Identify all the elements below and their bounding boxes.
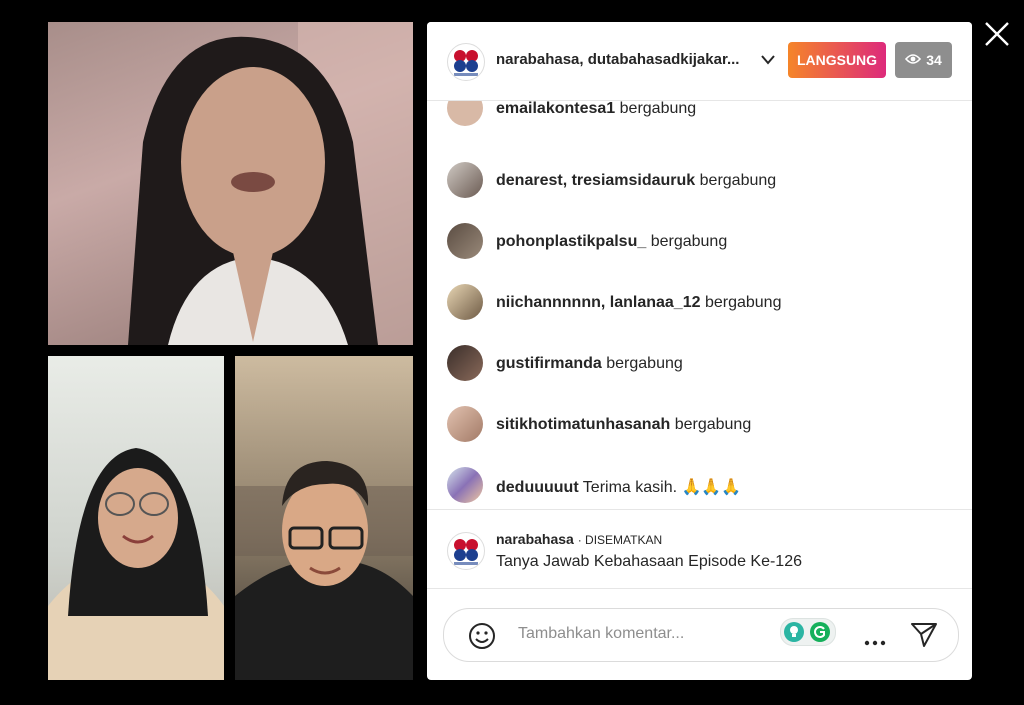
- eye-icon: [905, 52, 922, 68]
- emoji-icon[interactable]: [468, 622, 496, 655]
- comment-user[interactable]: emailakontesa1: [496, 100, 615, 117]
- comment-user[interactable]: sitikhotimatunhasanah: [496, 416, 670, 433]
- viewer-count: 34: [926, 52, 942, 68]
- list-item: emailakontesa1 bergabung: [427, 100, 972, 130]
- narabahasa-logo-icon: [454, 50, 478, 76]
- pinned-user[interactable]: narabahasa: [496, 531, 574, 547]
- user-avatar[interactable]: [447, 223, 483, 259]
- comment-text: bergabung: [699, 172, 777, 189]
- comment-text: bergabung: [619, 100, 697, 117]
- comment-text: bergabung: [674, 416, 752, 433]
- extension-pill[interactable]: [780, 618, 836, 646]
- host-avatar[interactable]: [447, 43, 485, 81]
- list-item: denarest, tresiamsidauruk bergabung: [427, 162, 972, 202]
- live-header: narabahasa, dutabahasadkijakar... LANGSU…: [427, 22, 972, 101]
- comment-text: Terima kasih. 🙏🙏🙏: [582, 479, 742, 496]
- comment-user[interactable]: gustifirmanda: [496, 355, 602, 372]
- live-chat-panel: narabahasa, dutabahasadkijakar... LANGSU…: [427, 22, 972, 680]
- video-main-host: [48, 22, 413, 345]
- guest-right-figure: [235, 461, 413, 680]
- list-item: pohonplastikpalsu_ bergabung: [427, 223, 972, 263]
- comment-input[interactable]: [516, 624, 770, 644]
- list-item: deduuuuut Terima kasih. 🙏🙏🙏: [427, 467, 972, 507]
- pinned-tag: · DISEMATKAN: [577, 533, 663, 547]
- comment-text: bergabung: [606, 355, 683, 372]
- user-avatar[interactable]: [447, 406, 483, 442]
- user-avatar[interactable]: [447, 345, 483, 381]
- video-guest-right: [235, 356, 413, 680]
- chevron-down-icon[interactable]: [760, 53, 776, 71]
- comment-composer: [443, 608, 959, 662]
- pinned-text: Tanya Jawab Kebahasaan Episode Ke-126: [496, 553, 802, 570]
- comment-list[interactable]: emailakontesa1 bergabung denarest, tresi…: [427, 100, 972, 509]
- host-video-figure: [128, 22, 413, 345]
- comment-text: bergabung: [704, 294, 782, 311]
- close-icon[interactable]: [983, 20, 1011, 48]
- comment-user[interactable]: denarest, tresiamsidauruk: [496, 172, 695, 189]
- comment-user[interactable]: deduuuuut: [496, 479, 579, 496]
- narabahasa-logo-icon: [454, 539, 478, 565]
- comment-user[interactable]: niichannnnnn, lanlanaa_12: [496, 294, 701, 311]
- more-options-icon[interactable]: [864, 633, 886, 651]
- guest-left-figure: [48, 448, 224, 680]
- list-item: niichannnnnn, lanlanaa_12 bergabung: [427, 284, 972, 324]
- host-title[interactable]: narabahasa, dutabahasadkijakar...: [496, 51, 764, 68]
- user-avatar[interactable]: [447, 100, 483, 126]
- send-icon[interactable]: [910, 622, 938, 653]
- grammarly-icon[interactable]: [810, 622, 830, 642]
- comment-text: bergabung: [650, 233, 728, 250]
- viewer-count-badge: 34: [895, 42, 952, 78]
- live-badge: LANGSUNG: [788, 42, 886, 78]
- pinned-comment: narabahasa · DISEMATKAN Tanya Jawab Keba…: [427, 509, 972, 589]
- list-item: sitikhotimatunhasanah bergabung: [427, 406, 972, 446]
- user-avatar[interactable]: [447, 467, 483, 503]
- video-guest-left: [48, 356, 224, 680]
- lightbulb-icon[interactable]: [784, 622, 804, 642]
- list-item: gustifirmanda bergabung: [427, 345, 972, 385]
- user-avatar[interactable]: [447, 284, 483, 320]
- user-avatar[interactable]: [447, 162, 483, 198]
- comment-user[interactable]: pohonplastikpalsu_: [496, 233, 646, 250]
- pinned-avatar[interactable]: [447, 532, 485, 570]
